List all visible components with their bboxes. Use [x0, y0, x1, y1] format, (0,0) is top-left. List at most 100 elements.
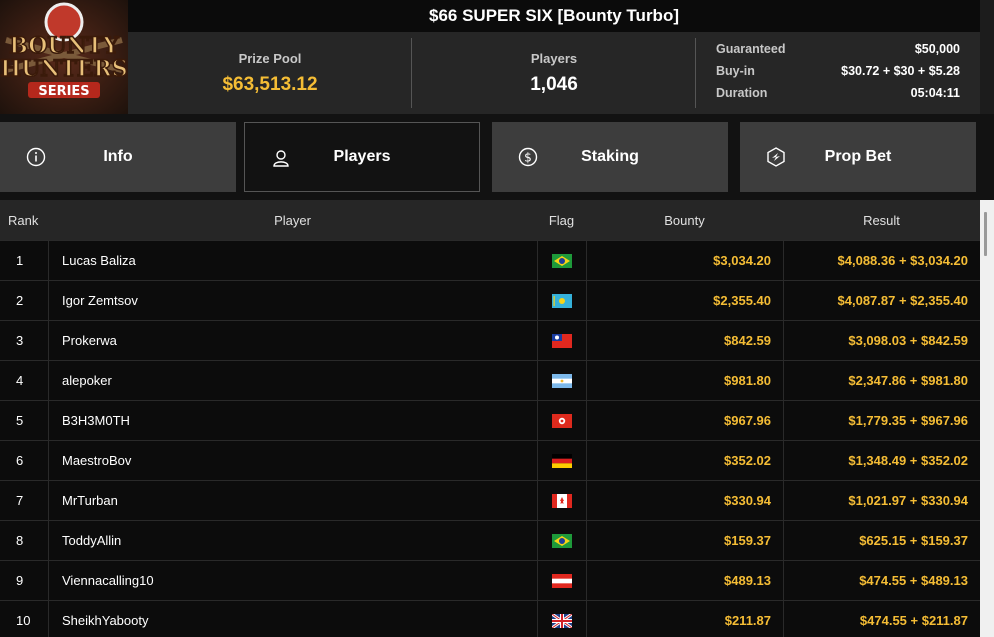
bounty-cell: $211.87	[586, 601, 783, 637]
table-row[interactable]: 5 B3H3M0TH $967.96 $1,779.35 + $967.96	[0, 400, 980, 440]
duration-row: Duration 05:04:11	[716, 86, 960, 108]
rank-cell: 9	[16, 573, 24, 588]
result-cell: $2,347.86 + $981.80	[783, 361, 980, 400]
players-stat: Players 1,046	[412, 32, 696, 114]
scrollbar[interactable]	[980, 200, 994, 637]
result-cell: $625.15 + $159.37	[783, 521, 980, 560]
argentina-flag-icon	[537, 361, 586, 400]
svg-text:$: $	[524, 151, 532, 165]
tournament-stats: Prize Pool $63,513.12 Players 1,046 Guar…	[128, 32, 980, 114]
guaranteed-row: Guaranteed $50,000	[716, 42, 960, 64]
tab-players[interactable]: Players	[244, 122, 480, 192]
result-cell: $1,021.97 + $330.94	[783, 481, 980, 520]
player-name-cell[interactable]: Prokerwa	[48, 321, 537, 360]
rank-cell: 7	[16, 493, 24, 508]
buyin-label: Buy-in	[716, 64, 755, 78]
info-icon	[26, 147, 46, 167]
rank-cell: 1	[16, 253, 24, 268]
result-cell: $474.55 + $489.13	[783, 561, 980, 600]
duration-label: Duration	[716, 86, 768, 100]
svg-text:HUNTERS: HUNTERS	[0, 56, 127, 82]
player-name-cell[interactable]: Lucas Baliza	[48, 241, 537, 280]
kazakhstan-flag-icon	[537, 281, 586, 320]
rank-cell: 2	[16, 293, 24, 308]
result-cell: $4,087.87 + $2,355.40	[783, 281, 980, 320]
result-cell: $3,098.03 + $842.59	[783, 321, 980, 360]
table-row[interactable]: 2 Igor Zemtsov $2,355.40 $4,087.87 + $2,355…	[0, 280, 980, 320]
table-row[interactable]: 9 Viennacalling10 $489.13 $474.55 + $489.13	[0, 560, 980, 600]
table-row[interactable]: 1 Lucas Baliza $3,034.20 $4,088.36 + $3,034…	[0, 240, 980, 280]
svg-text:SERIES: SERIES	[38, 84, 89, 99]
player-name-cell[interactable]: alepoker	[48, 361, 537, 400]
rank-cell: 8	[16, 533, 24, 548]
austria-flag-icon	[537, 561, 586, 600]
player-name-cell[interactable]: Viennacalling10	[48, 561, 537, 600]
players-label: Players	[530, 50, 578, 66]
players-table: Rank Player Flag Bounty Result 1 Lucas Ba…	[0, 200, 980, 637]
result-cell: $1,779.35 + $967.96	[783, 401, 980, 440]
player-name-cell[interactable]: Igor Zemtsov	[48, 281, 537, 320]
result-cell: $4,088.36 + $3,034.20	[783, 241, 980, 280]
rank-header[interactable]: Rank	[0, 213, 48, 228]
tournament-details: Guaranteed $50,000 Buy-in $30.72 + $30 +…	[716, 42, 960, 108]
germany-flag-icon	[537, 441, 586, 480]
taiwan-flag-icon	[537, 321, 586, 360]
guaranteed-label: Guaranteed	[716, 42, 786, 56]
tab-staking[interactable]: $ Staking	[492, 122, 728, 192]
bounty-cell: $842.59	[586, 321, 783, 360]
prize-pool-value: $63,513.12	[222, 73, 318, 95]
hong-kong-flag-icon	[537, 401, 586, 440]
table-body: 1 Lucas Baliza $3,034.20 $4,088.36 + $3,034…	[0, 240, 980, 637]
player-header[interactable]: Player	[48, 200, 537, 240]
buyin-row: Buy-in $30.72 + $30 + $5.28	[716, 64, 960, 86]
player-name-cell[interactable]: ToddyAllin	[48, 521, 537, 560]
prize-pool-label: Prize Pool	[238, 50, 302, 66]
bounty-cell: $2,355.40	[586, 281, 783, 320]
bounty-cell: $981.80	[586, 361, 783, 400]
table-row[interactable]: 7 MrTurban $330.94 $1,021.97 + $330.94	[0, 480, 980, 520]
tournament-title: $66 SUPER SIX [Bounty Turbo]	[128, 0, 980, 32]
flag-header[interactable]: Flag	[537, 200, 586, 240]
table-row[interactable]: 10 SheikhYabooty $211.87 $474.55 + $211.87	[0, 600, 980, 637]
result-header[interactable]: Result	[783, 200, 980, 240]
bounty-hunters-series-logo: BOUNTY HUNTERS SERIES	[0, 0, 128, 114]
rank-cell: 4	[16, 373, 24, 388]
rank-cell: 5	[16, 413, 24, 428]
tab-info[interactable]: Info	[0, 122, 236, 192]
player-name-cell[interactable]: MaestroBov	[48, 441, 537, 480]
result-cell: $474.55 + $211.87	[783, 601, 980, 637]
player-name-cell[interactable]: MrTurban	[48, 481, 537, 520]
guaranteed-value: $50,000	[914, 42, 960, 56]
buyin-value: $30.72 + $30 + $5.28	[841, 64, 960, 78]
table-row[interactable]: 6 MaestroBov $352.02 $1,348.49 + $352.02	[0, 440, 980, 480]
bounty-header[interactable]: Bounty	[586, 200, 783, 240]
player-name-cell[interactable]: B3H3M0TH	[48, 401, 537, 440]
scrollbar-thumb[interactable]	[984, 212, 987, 256]
brazil-flag-icon	[537, 521, 586, 560]
hexagon-bolt-icon	[766, 147, 786, 167]
brazil-flag-icon	[537, 241, 586, 280]
rank-cell: 10	[16, 613, 31, 628]
user-icon	[271, 148, 291, 168]
bounty-cell: $3,034.20	[586, 241, 783, 280]
united-kingdom-flag-icon	[537, 601, 586, 637]
rank-cell: 6	[16, 453, 24, 468]
divider	[695, 38, 696, 108]
dollar-icon: $	[518, 147, 538, 167]
bounty-cell: $330.94	[586, 481, 783, 520]
rank-cell: 3	[16, 333, 24, 348]
bounty-cell: $352.02	[586, 441, 783, 480]
tab-bar: Info Players $ Staking Prop Bet	[0, 114, 994, 200]
prize-pool-stat: Prize Pool $63,513.12	[128, 32, 412, 114]
table-row[interactable]: 3 Prokerwa $842.59 $3,098.03 + $842.59	[0, 320, 980, 360]
bounty-cell: $967.96	[586, 401, 783, 440]
bounty-cell: $489.13	[586, 561, 783, 600]
player-name-cell[interactable]: SheikhYabooty	[48, 601, 537, 637]
table-row[interactable]: 4 alepoker $981.80 $2,347.86 + $981.80	[0, 360, 980, 400]
table-header: Rank Player Flag Bounty Result	[0, 200, 980, 240]
canada-flag-icon	[537, 481, 586, 520]
bounty-cell: $159.37	[586, 521, 783, 560]
players-value: 1,046	[530, 73, 578, 95]
tab-prop-bet[interactable]: Prop Bet	[740, 122, 976, 192]
table-row[interactable]: 8 ToddyAllin $159.37 $625.15 + $159.37	[0, 520, 980, 560]
